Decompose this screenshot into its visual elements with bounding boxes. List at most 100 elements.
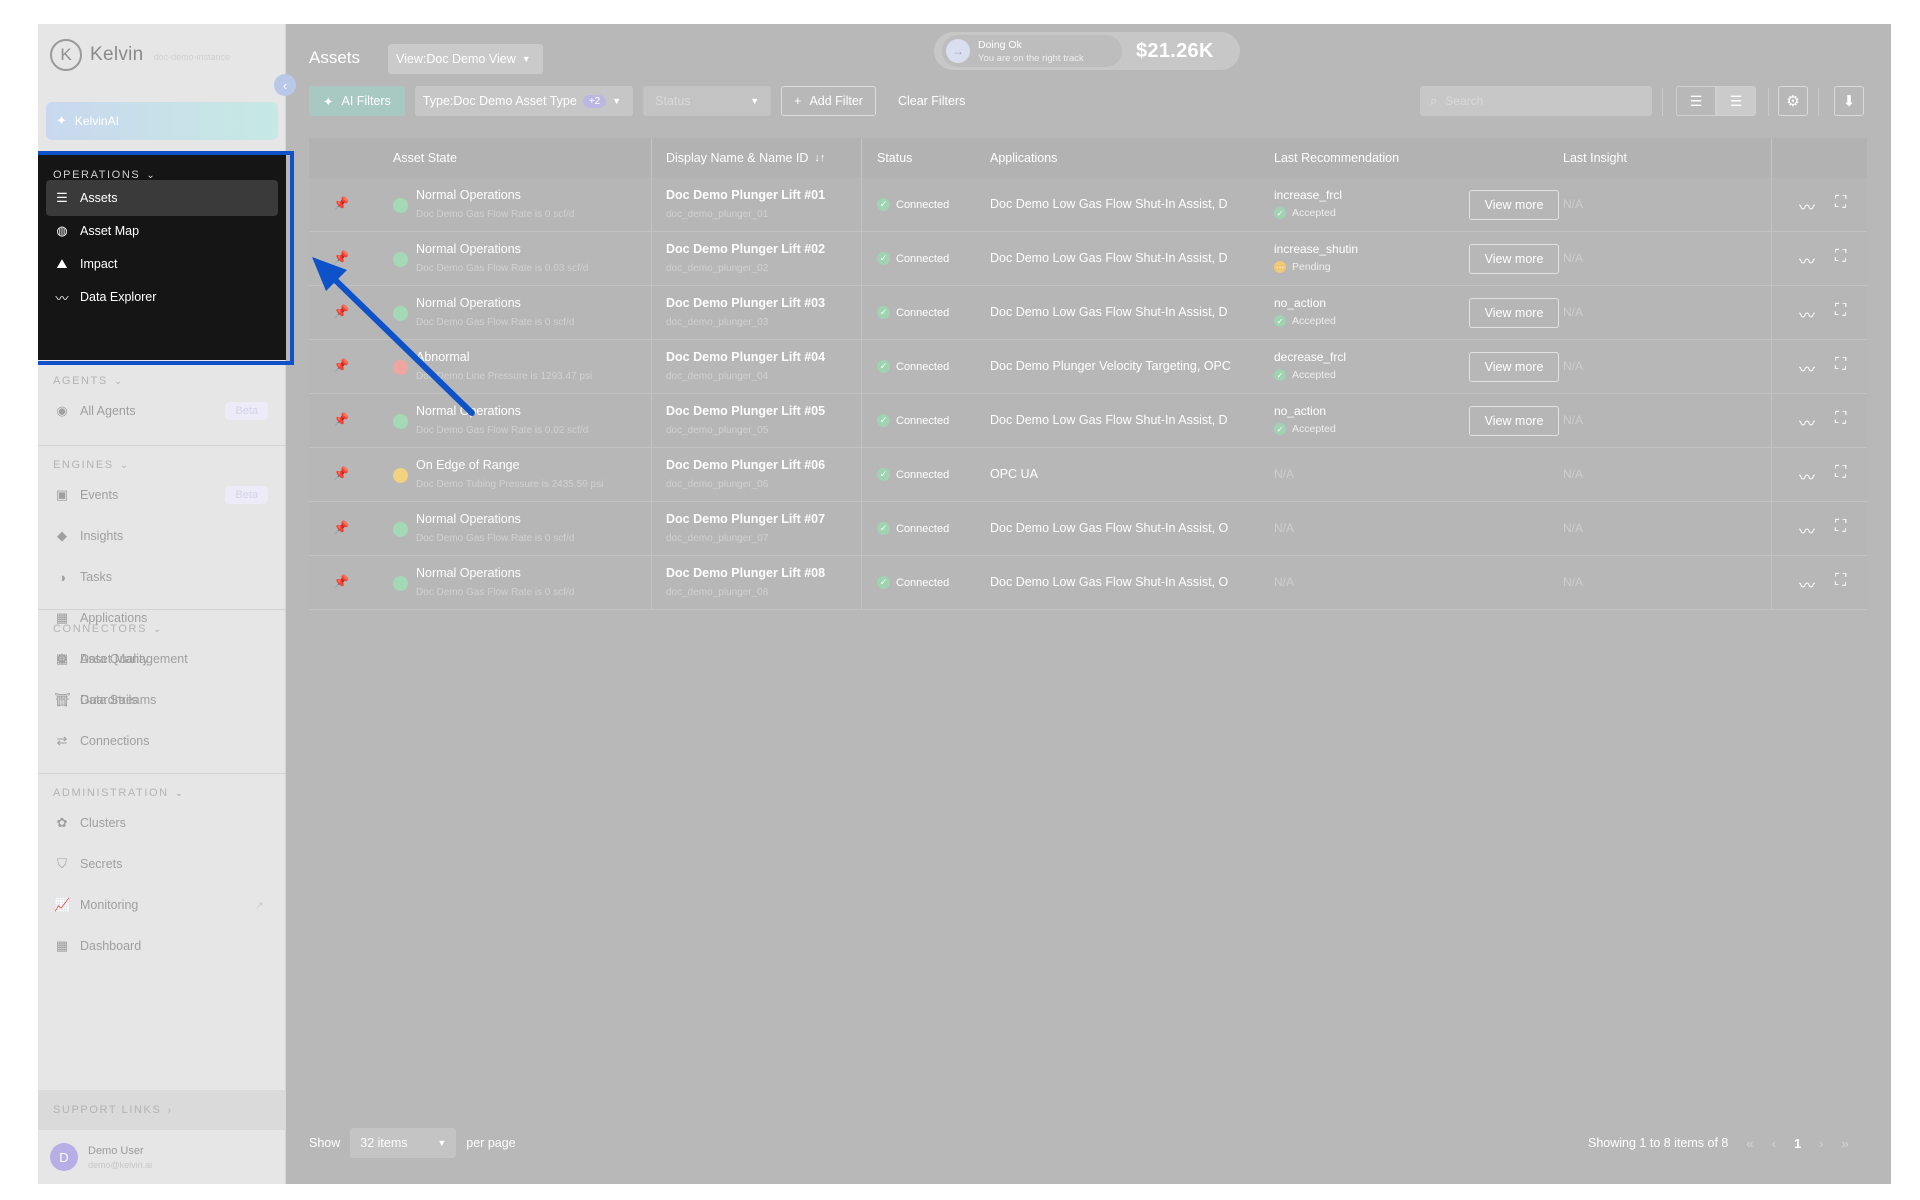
asset-hierarchy-icon[interactable]: ⛶ bbox=[1835, 194, 1846, 212]
table-row[interactable]: 📌 Normal Operations Doc Demo Gas Flow Rate… bbox=[309, 286, 1867, 340]
kelvinai-button[interactable]: ✦ KelvinAI bbox=[46, 102, 278, 140]
sort-icon[interactable]: ↓↑ bbox=[814, 152, 825, 164]
asset-hierarchy-icon[interactable]: ⛶ bbox=[1835, 302, 1846, 320]
sparkle-icon: ✦ bbox=[56, 113, 67, 128]
collapse-sidebar-button[interactable]: ‹ bbox=[274, 74, 296, 96]
view-more-button[interactable]: View more bbox=[1469, 406, 1559, 436]
view-more-button[interactable]: View more bbox=[1469, 190, 1559, 220]
check-icon: ✓ bbox=[877, 522, 890, 535]
table-row[interactable]: 📌 Normal Operations Doc Demo Gas Flow Rate… bbox=[309, 394, 1867, 448]
data-explorer-icon[interactable]: 〰 bbox=[1799, 356, 1815, 380]
asset-name[interactable]: Doc Demo Plunger Lift #04 bbox=[666, 350, 825, 364]
view-more-button[interactable]: View more bbox=[1469, 244, 1559, 274]
pin-icon[interactable]: 📌 bbox=[333, 196, 349, 212]
settings-button[interactable]: ⚙ bbox=[1778, 86, 1808, 116]
data-explorer-icon[interactable]: 〰 bbox=[1799, 518, 1815, 542]
applications-list: Doc Demo Plunger Velocity Targeting, OPC bbox=[990, 359, 1231, 373]
sidebar-item-secrets[interactable]: ⛉ Secrets bbox=[46, 846, 278, 882]
sidebar-item-data-explorer[interactable]: 〰 Data Explorer bbox=[46, 279, 278, 315]
last-page-button[interactable]: » bbox=[1842, 1136, 1849, 1151]
view-more-button[interactable]: View more bbox=[1469, 298, 1559, 328]
pin-icon[interactable]: 📌 bbox=[333, 304, 349, 320]
previous-page-button[interactable]: ‹ bbox=[1772, 1136, 1776, 1151]
column-display-name[interactable]: Display Name & Name ID ↓↑ bbox=[666, 138, 825, 178]
asset-name[interactable]: Doc Demo Plunger Lift #03 bbox=[666, 296, 825, 310]
asset-name[interactable]: Doc Demo Plunger Lift #02 bbox=[666, 242, 825, 256]
clear-filters-button[interactable]: Clear Filters bbox=[886, 86, 977, 116]
support-links[interactable]: SUPPORT LINKS › bbox=[38, 1090, 286, 1130]
column-applications[interactable]: Applications bbox=[990, 138, 1057, 178]
pin-icon[interactable]: 📌 bbox=[333, 466, 349, 482]
sidebar-item-connections[interactable]: ⇄ Connections bbox=[46, 723, 278, 759]
asset-name[interactable]: Doc Demo Plunger Lift #01 bbox=[666, 188, 825, 202]
pin-icon[interactable]: 📌 bbox=[333, 520, 349, 536]
asset-hierarchy-icon[interactable]: ⛶ bbox=[1835, 248, 1846, 266]
sidebar-item-insights[interactable]: ◆ Insights bbox=[46, 518, 278, 554]
column-status[interactable]: Status bbox=[877, 138, 912, 178]
table-row[interactable]: 📌 Normal Operations Doc Demo Gas Flow Rate… bbox=[309, 556, 1867, 610]
asset-name-id: doc_demo_plunger_01 bbox=[666, 209, 769, 220]
sidebar-item-data-streams[interactable]: ▥ Data Streams bbox=[46, 682, 278, 718]
check-icon: ✓ bbox=[877, 360, 890, 373]
data-explorer-icon[interactable]: 〰 bbox=[1799, 248, 1815, 272]
sidebar-item-all-agents[interactable]: ◉ All Agents Beta bbox=[46, 393, 278, 429]
table-row[interactable]: 📌 Normal Operations Doc Demo Gas Flow Rate… bbox=[309, 232, 1867, 286]
recommendation-status: ✓ Accepted bbox=[1274, 207, 1336, 219]
sidebar-item-asset-management[interactable]: ▦ Asset Management bbox=[46, 641, 278, 677]
sidebar-item-assets[interactable]: ☰ Assets bbox=[46, 180, 278, 216]
data-explorer-icon[interactable]: 〰 bbox=[1799, 194, 1815, 218]
next-page-button[interactable]: › bbox=[1819, 1136, 1823, 1151]
asset-name[interactable]: Doc Demo Plunger Lift #05 bbox=[666, 404, 825, 418]
first-page-button[interactable]: « bbox=[1746, 1136, 1753, 1151]
asset-hierarchy-icon[interactable]: ⛶ bbox=[1835, 356, 1846, 374]
pin-icon[interactable]: 📌 bbox=[333, 574, 349, 590]
page-size-dropdown[interactable]: 32 items ▼ bbox=[350, 1128, 457, 1158]
download-button[interactable]: ⬇ bbox=[1834, 86, 1864, 116]
column-last-insight[interactable]: Last Insight bbox=[1563, 138, 1627, 178]
asset-hierarchy-icon[interactable]: ⛶ bbox=[1835, 518, 1846, 536]
column-last-recommendation[interactable]: Last Recommendation bbox=[1274, 138, 1399, 178]
view-dropdown[interactable]: View: Doc Demo View ▼ bbox=[388, 44, 543, 74]
search-input[interactable]: ⌕ Search bbox=[1420, 86, 1652, 116]
agents-section-title[interactable]: AGENTS ⌄ bbox=[53, 375, 122, 387]
data-explorer-icon[interactable]: 〰 bbox=[1799, 302, 1815, 326]
administration-section-title[interactable]: ADMINISTRATION ⌄ bbox=[53, 787, 183, 799]
connectors-section-title[interactable]: CONNECTORS ⌄ bbox=[53, 623, 161, 635]
column-asset-state[interactable]: Asset State bbox=[393, 138, 457, 178]
ai-filters-button[interactable]: ✦ AI Filters bbox=[309, 86, 405, 116]
sidebar-item-events[interactable]: ▣ Events Beta bbox=[46, 477, 278, 513]
sidebar-item-dashboard[interactable]: ▦ Dashboard bbox=[46, 928, 278, 964]
logo[interactable]: K Kelvin doc-demo-instance bbox=[50, 38, 230, 72]
sidebar-item-tasks[interactable]: ◑ Tasks bbox=[46, 559, 278, 595]
data-explorer-icon[interactable]: 〰 bbox=[1799, 464, 1815, 488]
asset-name[interactable]: Doc Demo Plunger Lift #07 bbox=[666, 512, 825, 526]
add-filter-button[interactable]: + Add Filter bbox=[781, 86, 876, 116]
table-row[interactable]: 📌 On Edge of Range Doc Demo Tubing Pressur… bbox=[309, 448, 1867, 502]
recommendation-status: ✓ Accepted bbox=[1274, 423, 1336, 435]
type-filter-dropdown[interactable]: Type: Doc Demo Asset Type +2 ▼ bbox=[414, 86, 634, 116]
data-explorer-icon[interactable]: 〰 bbox=[1799, 572, 1815, 596]
user-profile[interactable]: D Demo User demo@kelvin.ai bbox=[38, 1130, 286, 1184]
asset-name[interactable]: Doc Demo Plunger Lift #06 bbox=[666, 458, 825, 472]
asset-name[interactable]: Doc Demo Plunger Lift #08 bbox=[666, 566, 825, 580]
data-explorer-icon[interactable]: 〰 bbox=[1799, 410, 1815, 434]
sidebar-item-clusters[interactable]: ✿ Clusters bbox=[46, 805, 278, 841]
sidebar-item-impact[interactable]: ⛰ Impact bbox=[46, 246, 278, 282]
sidebar-item-monitoring[interactable]: 📈 Monitoring ↗ bbox=[46, 887, 278, 923]
table-row[interactable]: 📌 Normal Operations Doc Demo Gas Flow Rate… bbox=[309, 178, 1867, 232]
pin-icon[interactable]: 📌 bbox=[333, 250, 349, 266]
asset-hierarchy-icon[interactable]: ⛶ bbox=[1835, 464, 1846, 482]
engines-section-title[interactable]: ENGINES ⌄ bbox=[53, 459, 128, 471]
list-view-toggle[interactable]: ☰ bbox=[1716, 86, 1756, 116]
sidebar-item-asset-map[interactable]: ◍ Asset Map bbox=[46, 213, 278, 249]
pin-icon[interactable]: 📌 bbox=[333, 412, 349, 428]
asset-hierarchy-icon[interactable]: ⛶ bbox=[1835, 410, 1846, 428]
asset-hierarchy-icon[interactable]: ⛶ bbox=[1835, 572, 1846, 590]
compact-view-toggle[interactable]: ☰ bbox=[1676, 86, 1716, 116]
table-row[interactable]: 📌 Abnormal Doc Demo Line Pressure is 1293.… bbox=[309, 340, 1867, 394]
table-row[interactable]: 📌 Normal Operations Doc Demo Gas Flow Rate… bbox=[309, 502, 1867, 556]
status-filter-dropdown[interactable]: Status ▼ bbox=[643, 86, 772, 116]
pin-icon[interactable]: 📌 bbox=[333, 358, 349, 374]
view-more-button[interactable]: View more bbox=[1469, 352, 1559, 382]
current-page[interactable]: 1 bbox=[1794, 1136, 1801, 1151]
